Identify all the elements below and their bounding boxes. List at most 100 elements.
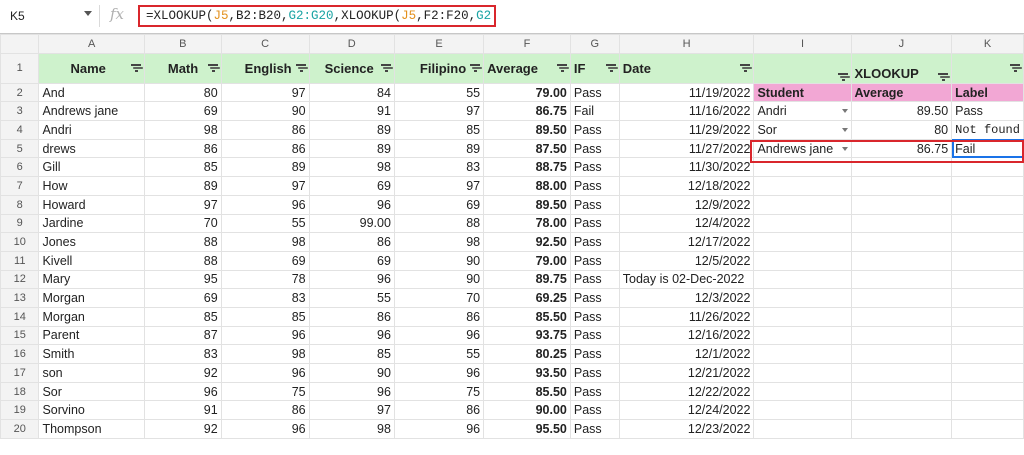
cell-name[interactable]: son	[38, 363, 145, 383]
cell-filipino[interactable]: 85	[393, 120, 485, 140]
filter-icon[interactable]	[380, 64, 391, 72]
cell-math[interactable]: 87	[143, 325, 222, 346]
cell-if[interactable]: Pass	[569, 157, 620, 178]
cell-science[interactable]: 99.00	[308, 213, 395, 234]
row-number[interactable]: 10	[0, 232, 40, 252]
cell-if[interactable]: Pass	[569, 213, 620, 234]
lookup-label-cell[interactable]	[951, 306, 1024, 327]
cell-date[interactable]: 11/19/2022	[618, 82, 755, 103]
filter-icon[interactable]	[740, 64, 751, 72]
cell-english[interactable]: 86	[220, 400, 310, 421]
cell-if[interactable]: Pass	[569, 269, 620, 290]
cell-if[interactable]: Pass	[569, 194, 620, 215]
cell-if[interactable]: Pass	[569, 306, 620, 327]
cell-date[interactable]: 12/16/2022	[618, 325, 755, 346]
lookup-label-cell[interactable]: Fail	[951, 138, 1024, 159]
cell-date[interactable]: 12/17/2022	[618, 232, 755, 252]
filter-icon[interactable]	[470, 64, 481, 72]
column-header-g[interactable]: G	[569, 34, 620, 54]
header-filipino[interactable]: Filipino	[393, 52, 485, 84]
cell-science[interactable]: 69	[308, 176, 395, 196]
column-header-d[interactable]: D	[308, 34, 395, 54]
lookup-average-cell[interactable]	[850, 176, 953, 196]
cell-date[interactable]: 12/21/2022	[618, 363, 755, 383]
cell-math[interactable]: 80	[143, 82, 222, 103]
cell-if[interactable]: Pass	[569, 288, 620, 308]
cell-science[interactable]: 69	[308, 250, 395, 271]
lookup-header-student[interactable]: Student	[753, 82, 852, 103]
lookup-average-cell[interactable]	[850, 213, 953, 234]
cell-math[interactable]: 92	[143, 419, 222, 439]
cell-science[interactable]: 89	[308, 138, 395, 159]
cell-if[interactable]: Pass	[569, 82, 620, 103]
row-number[interactable]: 20	[0, 419, 40, 439]
cell-average[interactable]: 89.75	[483, 269, 571, 290]
cell-if[interactable]: Pass	[569, 232, 620, 252]
cell-average[interactable]: 79.00	[483, 82, 571, 103]
cell-date[interactable]: 12/5/2022	[618, 250, 755, 271]
cell-name[interactable]: Jardine	[38, 213, 145, 234]
cell-filipino[interactable]: 96	[393, 419, 485, 439]
dropdown-arrow-icon[interactable]	[841, 146, 848, 151]
cell-math[interactable]: 69	[143, 101, 222, 122]
cell-science[interactable]: 85	[308, 344, 395, 364]
lookup-label-cell[interactable]	[951, 213, 1024, 234]
cell-if[interactable]: Pass	[569, 325, 620, 346]
cell-science[interactable]: 96	[308, 194, 395, 215]
lookup-student-cell[interactable]	[753, 157, 852, 178]
lookup-label-cell[interactable]	[951, 194, 1024, 215]
cell-math[interactable]: 86	[143, 138, 222, 159]
row-number[interactable]: 17	[0, 363, 40, 383]
cell-average[interactable]: 86.75	[483, 101, 571, 122]
cell-math[interactable]: 69	[143, 288, 222, 308]
filter-icon[interactable]	[938, 73, 949, 81]
lookup-label-cell[interactable]	[951, 288, 1024, 308]
cell-name[interactable]: Smith	[38, 344, 145, 364]
chevron-down-icon[interactable]	[84, 11, 92, 16]
row-number[interactable]: 7	[0, 176, 40, 196]
cell-filipino[interactable]: 97	[393, 101, 485, 122]
dropdown-arrow-icon[interactable]	[841, 127, 848, 132]
lookup-label-cell[interactable]	[951, 381, 1024, 402]
column-header-e[interactable]: E	[393, 34, 485, 54]
lookup-student-cell[interactable]	[753, 419, 852, 439]
cell-filipino[interactable]: 97	[393, 176, 485, 196]
lookup-average-cell[interactable]	[850, 250, 953, 271]
header-science[interactable]: Science	[308, 52, 395, 84]
lookup-student-cell[interactable]	[753, 176, 852, 196]
lookup-average-cell[interactable]	[850, 288, 953, 308]
cell-english[interactable]: 98	[220, 344, 310, 364]
column-header-c[interactable]: C	[220, 34, 310, 54]
row-number[interactable]: 3	[0, 101, 40, 122]
cell-average[interactable]: 90.00	[483, 400, 571, 421]
lookup-label-cell[interactable]	[951, 232, 1024, 252]
cell-filipino[interactable]: 70	[393, 288, 485, 308]
lookup-average-cell[interactable]	[850, 400, 953, 421]
cell-filipino[interactable]: 75	[393, 381, 485, 402]
cell-average[interactable]: 93.50	[483, 363, 571, 383]
cell-if[interactable]: Pass	[569, 381, 620, 402]
cell-name[interactable]: Andrews jane	[38, 101, 145, 122]
column-header-b[interactable]: B	[143, 34, 222, 54]
cell-english[interactable]: 83	[220, 288, 310, 308]
cell-if[interactable]: Pass	[569, 250, 620, 271]
cell-english[interactable]: 86	[220, 120, 310, 140]
lookup-label-cell[interactable]	[951, 363, 1024, 383]
row-number[interactable]: 6	[0, 157, 40, 178]
cell-filipino[interactable]: 55	[393, 82, 485, 103]
cell-if[interactable]: Pass	[569, 138, 620, 159]
column-header-f[interactable]: F	[483, 34, 571, 54]
cell-filipino[interactable]: 96	[393, 363, 485, 383]
cell-name[interactable]: drews	[38, 138, 145, 159]
lookup-average-cell[interactable]	[850, 232, 953, 252]
cell-english[interactable]: 96	[220, 419, 310, 439]
cell-name[interactable]: Jones	[38, 232, 145, 252]
lookup-average-cell[interactable]	[850, 344, 953, 364]
cell-science[interactable]: 96	[308, 381, 395, 402]
cell-filipino[interactable]: 55	[393, 344, 485, 364]
cell-math[interactable]: 89	[143, 176, 222, 196]
row-number[interactable]: 13	[0, 288, 40, 308]
header-if[interactable]: IF	[569, 52, 620, 84]
cell-name[interactable]: Sorvino	[38, 400, 145, 421]
cell-date[interactable]: 11/29/2022	[618, 120, 755, 140]
